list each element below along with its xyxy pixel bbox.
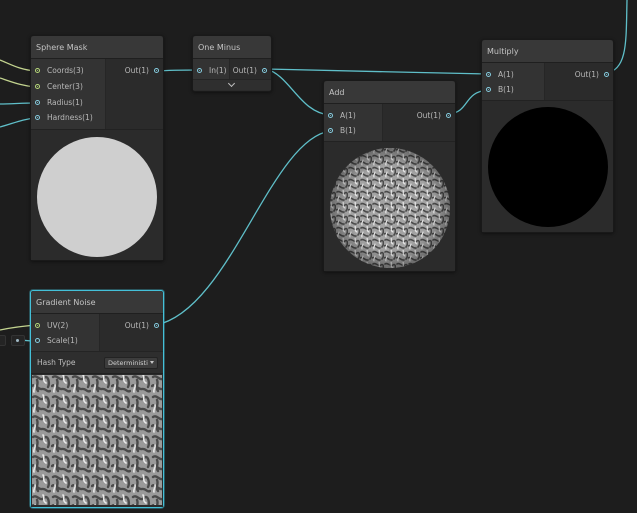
wire-oneminus-to-add bbox=[265, 68, 331, 116]
connector-dot-icon bbox=[16, 339, 19, 342]
port-label: Radius(1) bbox=[47, 98, 83, 107]
input-ports: In(1) bbox=[193, 59, 230, 79]
hash-type-label: Hash Type bbox=[37, 358, 76, 367]
shader-graph-canvas[interactable]: Sphere Mask Coords(3) Center(3) Radius(1… bbox=[0, 0, 637, 513]
port-label: B(1) bbox=[498, 85, 514, 94]
node-title: Sphere Mask bbox=[36, 43, 88, 52]
output-ports: Out(1) bbox=[100, 314, 163, 351]
port-label: A(1) bbox=[340, 111, 356, 120]
output-ports: Out(1) bbox=[545, 63, 613, 100]
node-header[interactable]: Gradient Noise bbox=[31, 291, 163, 314]
port-dot-icon[interactable] bbox=[486, 87, 491, 92]
node-preview bbox=[31, 129, 163, 260]
port-out[interactable]: Out(1) bbox=[401, 110, 451, 122]
output-ports: Out(1) bbox=[230, 59, 271, 79]
input-ports: A(1) B(1) bbox=[482, 63, 545, 100]
port-out[interactable]: Out(1) bbox=[231, 65, 267, 77]
port-label: Out(1) bbox=[124, 66, 149, 75]
port-dot-icon[interactable] bbox=[35, 100, 40, 105]
preview-noise-texture bbox=[32, 375, 162, 505]
node-title: Add bbox=[329, 88, 345, 97]
port-label: A(1) bbox=[498, 70, 514, 79]
input-ports: A(1) B(1) bbox=[324, 104, 383, 141]
port-out[interactable]: Out(1) bbox=[559, 69, 609, 81]
input-ports: Coords(3) Center(3) Radius(1) Hardness(1… bbox=[31, 59, 106, 129]
chevron-down-icon[interactable] bbox=[227, 79, 236, 88]
add-node[interactable]: Add A(1) B(1) Out(1) bbox=[323, 80, 456, 272]
port-label: Scale(1) bbox=[47, 336, 78, 345]
port-dot-icon[interactable] bbox=[154, 323, 159, 328]
port-dot-icon[interactable] bbox=[35, 84, 40, 89]
port-dot-icon[interactable] bbox=[154, 68, 159, 73]
one-minus-node[interactable]: One Minus In(1) Out(1) bbox=[192, 35, 272, 92]
port-dot-icon[interactable] bbox=[35, 115, 40, 120]
node-title: One Minus bbox=[198, 43, 241, 52]
port-dot-icon[interactable] bbox=[328, 113, 333, 118]
port-label: Hardness(1) bbox=[47, 113, 93, 122]
port-label: UV(2) bbox=[47, 321, 69, 330]
node-preview bbox=[482, 100, 613, 232]
port-label: B(1) bbox=[340, 126, 356, 135]
port-out[interactable]: Out(1) bbox=[109, 65, 159, 77]
output-ports: Out(1) bbox=[106, 59, 163, 129]
port-label: Out(1) bbox=[124, 321, 149, 330]
port-dot-icon[interactable] bbox=[486, 72, 491, 77]
wire-oneminus-to-multiply bbox=[265, 68, 489, 75]
node-header[interactable]: One Minus bbox=[193, 36, 271, 59]
node-title: Multiply bbox=[487, 47, 519, 56]
preview-noise-sphere bbox=[330, 148, 450, 268]
port-label: Out(1) bbox=[416, 111, 441, 120]
port-dot-icon[interactable] bbox=[604, 72, 609, 77]
wire-noise-to-add bbox=[155, 130, 331, 326]
port-dot-icon[interactable] bbox=[328, 128, 333, 133]
gradient-noise-node[interactable]: Gradient Noise UV(2) Scale(1) Out(1) Has… bbox=[30, 290, 164, 508]
port-out[interactable]: Out(1) bbox=[109, 320, 159, 332]
node-header[interactable]: Multiply bbox=[482, 40, 613, 63]
port-label: Out(1) bbox=[232, 66, 257, 75]
expand-preview-button[interactable] bbox=[193, 79, 271, 90]
caret-down-icon bbox=[150, 361, 154, 364]
port-label: Center(3) bbox=[47, 82, 83, 91]
port-dot-icon[interactable] bbox=[35, 68, 40, 73]
node-title: Gradient Noise bbox=[36, 298, 96, 307]
preview-sphere bbox=[37, 137, 157, 257]
port-dot-icon[interactable] bbox=[197, 68, 202, 73]
port-dot-icon[interactable] bbox=[35, 338, 40, 343]
hash-type-row: Hash Type Deterministic bbox=[31, 351, 163, 373]
node-header[interactable]: Add bbox=[324, 81, 455, 104]
multiply-node[interactable]: Multiply A(1) B(1) Out(1) bbox=[481, 39, 614, 233]
port-label: Out(1) bbox=[574, 70, 599, 79]
port-dot-icon[interactable] bbox=[262, 68, 267, 73]
input-ports: UV(2) Scale(1) bbox=[31, 314, 100, 351]
preview-sphere bbox=[488, 107, 608, 227]
hash-type-dropdown[interactable]: Deterministic bbox=[104, 357, 158, 369]
scale-connector[interactable] bbox=[11, 335, 25, 346]
port-label: Coords(3) bbox=[47, 66, 84, 75]
port-dot-icon[interactable] bbox=[35, 323, 40, 328]
sphere-mask-node[interactable]: Sphere Mask Coords(3) Center(3) Radius(1… bbox=[30, 35, 164, 261]
hash-type-value: Deterministic bbox=[108, 359, 148, 367]
node-header[interactable]: Sphere Mask bbox=[31, 36, 163, 59]
port-dot-icon[interactable] bbox=[446, 113, 451, 118]
node-preview bbox=[31, 373, 163, 507]
scale-value-field[interactable] bbox=[0, 335, 6, 346]
node-preview bbox=[324, 141, 455, 271]
port-label: In(1) bbox=[209, 66, 227, 75]
output-ports: Out(1) bbox=[383, 104, 455, 141]
